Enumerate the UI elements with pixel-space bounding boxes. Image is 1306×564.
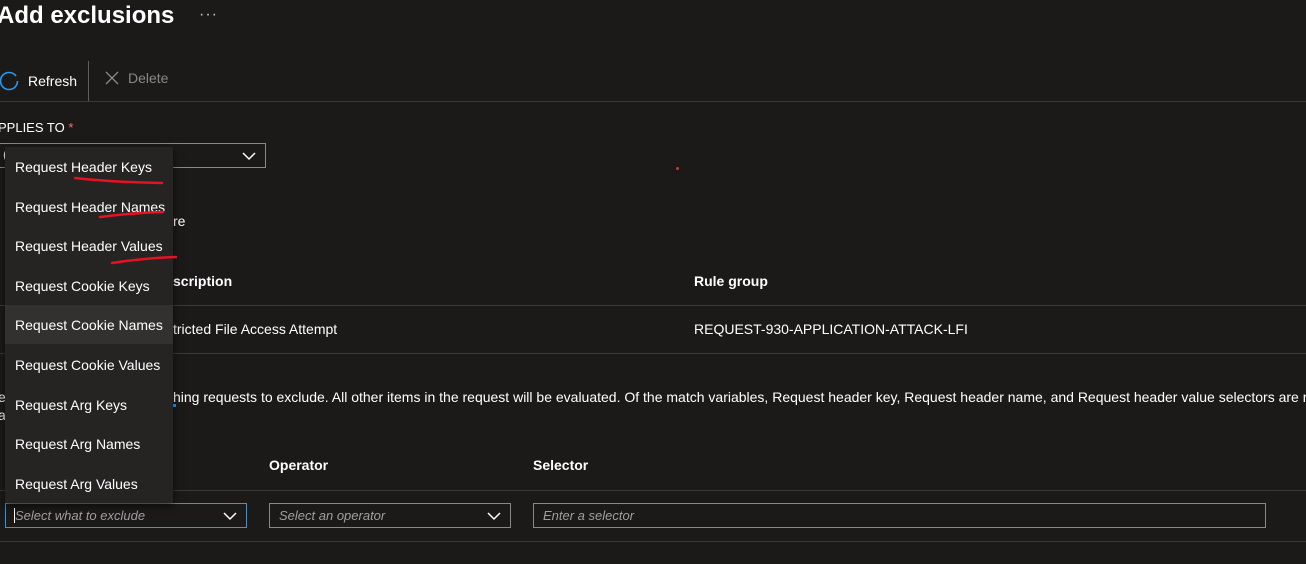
chevron-down-icon [487,512,501,521]
selector-input[interactable]: Enter a selector [533,503,1266,528]
option-request-cookie-values[interactable]: Request Cookie Values [5,345,173,384]
match-variable-placeholder: Select what to exclude [15,508,146,523]
col-header-selector: Selector [533,457,589,473]
option-request-arg-keys[interactable]: Request Arg Keys [5,385,173,424]
option-request-cookie-keys[interactable]: Request Cookie Keys [5,266,173,305]
rule-description-cell: tricted File Access Attempt [173,321,338,337]
red-underline-annotations [73,176,178,265]
table-row-divider [0,353,1306,354]
annotation-dot [676,167,679,170]
operator-select[interactable]: Select an operator [269,503,511,528]
option-request-arg-names[interactable]: Request Arg Names [5,424,173,463]
col-header-operator: Operator [269,457,329,473]
chevron-down-icon [223,512,237,521]
operator-placeholder: Select an operator [279,508,386,523]
exclusion-header-divider [0,490,1306,491]
underline-header-names [98,210,165,219]
exclusion-description: hing requests to exclude. All other item… [173,389,1306,405]
option-request-cookie-names[interactable]: Request Cookie Names [5,305,173,344]
rule-group-cell: REQUEST-930-APPLICATION-ATTACK-LFI [694,321,968,337]
col-header-rule-group: Rule group [694,273,768,289]
table-header-divider [0,305,1306,306]
option-request-arg-values[interactable]: Request Arg Values [5,464,173,503]
more-options-button[interactable]: ··· [199,6,218,24]
exclusion-row-divider [0,541,1306,542]
selector-placeholder: Enter a selector [543,508,635,523]
chevron-down-icon [242,152,256,161]
underline-header-keys [73,176,164,185]
match-variable-select[interactable]: Select what to exclude [5,503,247,528]
learn-more-link-fragment[interactable] [173,404,176,407]
col-header-description: scription [173,273,233,289]
underline-header-values [110,255,178,265]
